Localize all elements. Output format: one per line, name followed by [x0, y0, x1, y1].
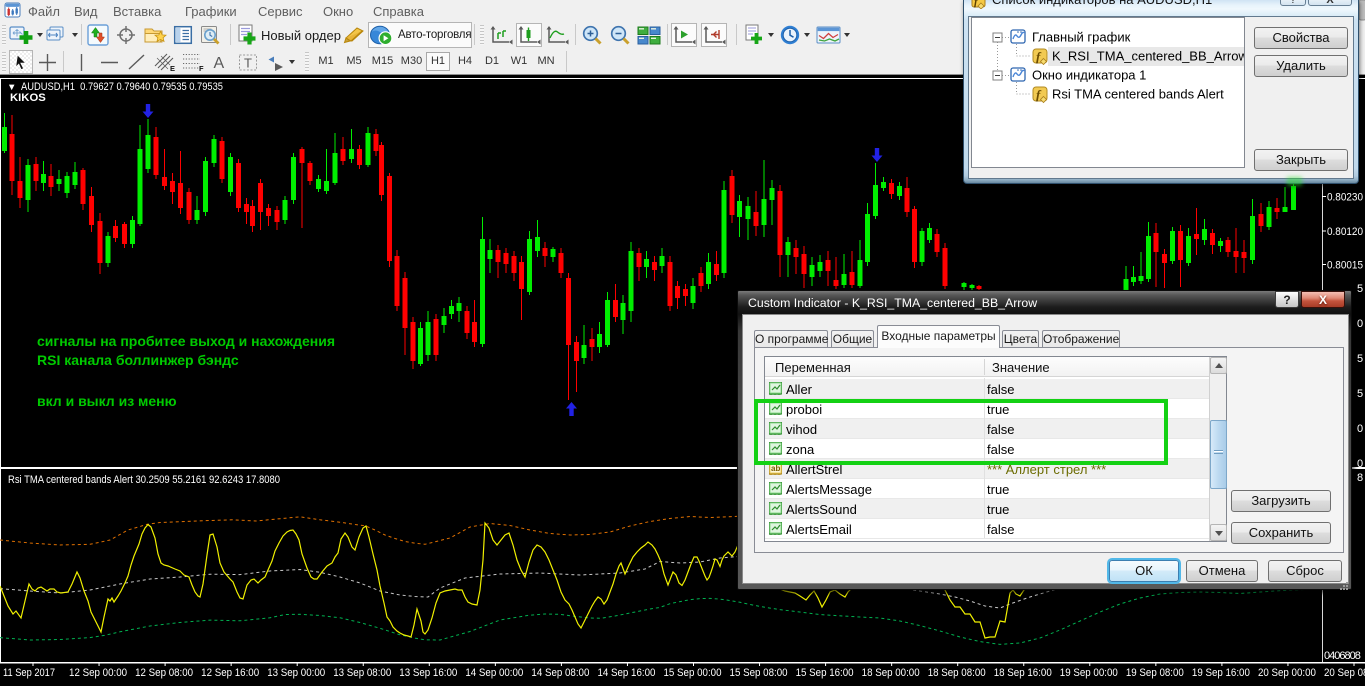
svg-text:15 Sep 16:00: 15 Sep 16:00	[796, 667, 854, 679]
svg-text:12 Sep 16:00: 12 Sep 16:00	[201, 667, 259, 679]
svg-text:K_RSI_TMA_centered_BB_Arrow: K_RSI_TMA_centered_BB_Arrow	[1052, 49, 1245, 64]
svg-text:18 Sep 08:00: 18 Sep 08:00	[928, 667, 986, 679]
svg-text:19 Sep 08:00: 19 Sep 08:00	[1126, 667, 1184, 679]
svg-text:18 Sep 16:00: 18 Sep 16:00	[994, 667, 1052, 679]
svg-text:12 Sep 08:00: 12 Sep 08:00	[135, 667, 193, 679]
svg-text:0: 0	[1357, 458, 1363, 470]
svg-text:19 Sep 00:00: 19 Sep 00:00	[1060, 667, 1118, 679]
svg-text:0.80230: 0.80230	[1327, 192, 1363, 204]
svg-text:5: 5	[1357, 353, 1363, 365]
svg-text:Rsi TMA centered bands Alert: Rsi TMA centered bands Alert	[1052, 87, 1224, 102]
svg-text:вкл и выкл из меню: вкл и выкл из меню	[37, 393, 177, 409]
svg-text:12 Sep 00:00: 12 Sep 00:00	[69, 667, 127, 679]
svg-text:Окно индикатора 1: Окно индикатора 1	[1032, 68, 1146, 83]
svg-text:14 Sep 00:00: 14 Sep 00:00	[465, 667, 523, 679]
svg-text:15 Sep 08:00: 15 Sep 08:00	[730, 667, 788, 679]
svg-text:KIKOS: KIKOS	[10, 92, 46, 104]
svg-text:сигналы на пробитее выход и на: сигналы на пробитее выход и нахождения	[37, 333, 335, 349]
svg-text:ab: ab	[771, 464, 780, 473]
svg-text:RSI канала боллинжер бэндс: RSI канала боллинжер бэндс	[37, 352, 239, 368]
svg-text:8: 8	[1357, 472, 1363, 484]
svg-text:0: 0	[1357, 318, 1363, 330]
svg-text:13 Sep 16:00: 13 Sep 16:00	[399, 667, 457, 679]
svg-text:19 Sep 16:00: 19 Sep 16:00	[1192, 667, 1250, 679]
svg-text:5: 5	[1357, 283, 1363, 295]
svg-text:11 Sep 2017: 11 Sep 2017	[3, 667, 55, 679]
svg-text:Rsi TMA centered bands Alert: Rsi TMA centered bands Alert 30.2509 55.…	[8, 474, 280, 486]
svg-text:5: 5	[1357, 388, 1363, 400]
svg-text:AUDUSD,H1 0.79627 0.79640 0.7: AUDUSD,H1 0.79627 0.79640 0.79535 0.7953…	[21, 81, 223, 93]
svg-text:15 Sep 00:00: 15 Sep 00:00	[664, 667, 722, 679]
svg-text:Главный график: Главный график	[1032, 30, 1131, 45]
svg-text:14 Sep 08:00: 14 Sep 08:00	[531, 667, 589, 679]
svg-text:20 Sep 00:00: 20 Sep 00:00	[1258, 667, 1316, 679]
svg-text:0406808: 0406808	[1324, 650, 1361, 662]
svg-text:0.80120: 0.80120	[1327, 226, 1363, 238]
svg-text:14 Sep 16:00: 14 Sep 16:00	[597, 667, 655, 679]
svg-text:0.80015: 0.80015	[1327, 260, 1363, 272]
svg-text:13 Sep 00:00: 13 Sep 00:00	[267, 667, 325, 679]
svg-text:0: 0	[1357, 423, 1363, 435]
svg-text:18 Sep 00:00: 18 Sep 00:00	[862, 667, 920, 679]
svg-text:13 Sep 08:00: 13 Sep 08:00	[333, 667, 391, 679]
svg-text:20 Sep 08:00: 20 Sep 08:00	[1324, 667, 1365, 679]
